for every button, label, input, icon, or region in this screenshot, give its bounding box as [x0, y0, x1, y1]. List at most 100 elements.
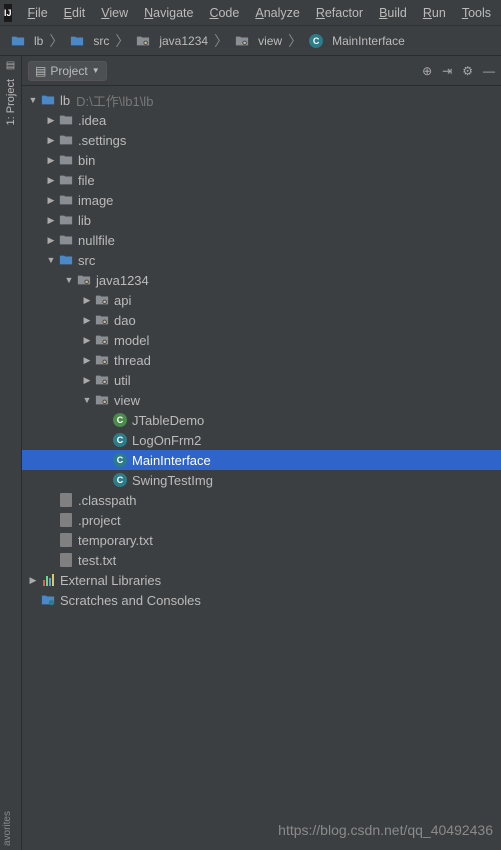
package-icon	[94, 333, 110, 347]
tree-node-java1234[interactable]: ▼java1234	[22, 270, 501, 290]
project-tool-tab[interactable]: 1: Project	[5, 73, 17, 131]
tree-node--idea[interactable]: ▶.idea	[22, 110, 501, 130]
tree-node-src[interactable]: ▼ src	[22, 250, 501, 270]
tree-label: file	[78, 173, 95, 188]
libs-icon	[40, 574, 56, 586]
arrow-collapsed-icon[interactable]: ▶	[80, 335, 94, 346]
tree-node-nullfile[interactable]: ▶ nullfile	[22, 230, 501, 250]
package-icon	[76, 273, 92, 287]
arrow-collapsed-icon[interactable]: ▶	[44, 155, 58, 166]
tree-label: temporary.txt	[78, 533, 153, 548]
tree-label: src	[78, 253, 95, 268]
file-icon	[58, 493, 74, 507]
tree-node-external-libraries[interactable]: ▶ External Libraries	[22, 570, 501, 590]
package-icon	[94, 393, 110, 407]
tree-label: nullfile	[78, 233, 115, 248]
project-panel: ▤ Project ▼ ⊕ ⇥ ⚙ — ▼ lb D:\工作\lb1\lb▶.ide…	[22, 56, 501, 850]
collapse-icon[interactable]: ⇥	[442, 64, 452, 78]
tree-label: lb	[60, 93, 70, 108]
tree-node-maininterface[interactable]: CMainInterface	[22, 450, 501, 470]
menu-item-run[interactable]: Run	[415, 6, 454, 20]
navigation-bar: lb〉src〉java1234〉view〉CMainInterface	[0, 26, 501, 56]
tree-label: .settings	[78, 133, 126, 148]
tree-node--project[interactable]: .project	[22, 510, 501, 530]
breadcrumb[interactable]: lb〉src〉java1234〉view〉CMainInterface	[6, 31, 409, 51]
tree-node-model[interactable]: ▶model	[22, 330, 501, 350]
breadcrumb-item-maininterface[interactable]: CMainInterface	[304, 34, 409, 48]
arrow-collapsed-icon[interactable]: ▶	[80, 375, 94, 386]
menu-item-analyze[interactable]: Analyze	[247, 6, 307, 20]
breadcrumb-label: src	[93, 34, 109, 48]
breadcrumb-item-src[interactable]: src	[65, 34, 113, 48]
class-c-icon: C	[112, 413, 128, 427]
arrow-expanded-icon[interactable]: ▼	[62, 275, 76, 285]
breadcrumb-item-java1234[interactable]: java1234	[131, 34, 212, 48]
arrow-expanded-icon[interactable]: ▼	[26, 95, 40, 105]
menu-item-file[interactable]: File	[20, 6, 56, 20]
tree-node-file[interactable]: ▶ file	[22, 170, 501, 190]
menu-item-build[interactable]: Build	[371, 6, 415, 20]
file-icon	[58, 553, 74, 567]
package-icon	[94, 353, 110, 367]
arrow-collapsed-icon[interactable]: ▶	[44, 135, 58, 146]
arrow-collapsed-icon[interactable]: ▶	[44, 235, 58, 246]
arrow-collapsed-icon[interactable]: ▶	[80, 315, 94, 326]
locate-icon[interactable]: ⊕	[422, 64, 432, 78]
menu-item-code[interactable]: Code	[201, 6, 247, 20]
tree-node-thread[interactable]: ▶ thread	[22, 350, 501, 370]
tree-node-dao[interactable]: ▶ dao	[22, 310, 501, 330]
menu-item-navigate[interactable]: Navigate	[136, 6, 201, 20]
tree-node-bin[interactable]: ▶ bin	[22, 150, 501, 170]
project-tree[interactable]: ▼lbD:\工作\lb1\lb▶.idea▶.settings▶bin▶file…	[22, 86, 501, 850]
menu-item-tools[interactable]: Tools	[454, 6, 499, 20]
arrow-collapsed-icon[interactable]: ▶	[80, 295, 94, 306]
main-area: ▤ 1: Project ▤ Project ▼ ⊕ ⇥ ⚙ — ▼lbD:\工…	[0, 56, 501, 850]
folder-gray-icon	[58, 113, 74, 127]
folder-blue-icon	[10, 34, 26, 48]
tree-label: dao	[114, 313, 136, 328]
arrow-collapsed-icon[interactable]: ▶	[44, 215, 58, 226]
breadcrumb-item-view[interactable]: view	[230, 34, 286, 48]
tree-node-scratches-and-consoles[interactable]: Scratches and Consoles	[22, 590, 501, 610]
tree-label: lib	[78, 213, 91, 228]
arrow-collapsed-icon[interactable]: ▶	[44, 115, 58, 126]
tree-node-view[interactable]: ▼ view	[22, 390, 501, 410]
arrow-expanded-icon[interactable]: ▼	[80, 395, 94, 405]
tree-node--settings[interactable]: ▶ .settings	[22, 130, 501, 150]
tree-node-util[interactable]: ▶util	[22, 370, 501, 390]
tree-node-test-txt[interactable]: test.txt	[22, 550, 501, 570]
tree-label: view	[114, 393, 140, 408]
menu-item-refactor[interactable]: Refactor	[308, 6, 371, 20]
project-view-selector[interactable]: ▤ Project ▼	[28, 61, 107, 81]
folder-blue-icon	[58, 253, 74, 267]
arrow-collapsed-icon[interactable]: ▶	[44, 175, 58, 186]
tree-node-logonfrm2[interactable]: CLogOnFrm2	[22, 430, 501, 450]
tree-node-lib[interactable]: ▶ lib	[22, 210, 501, 230]
tree-path-hint: D:\工作\lb1\lb	[76, 91, 153, 110]
tree-node-jtabledemo[interactable]: CJTableDemo	[22, 410, 501, 430]
breadcrumb-item-lb[interactable]: lb	[6, 34, 47, 48]
tree-label: thread	[114, 353, 151, 368]
favorites-tool-tab[interactable]: avorites	[2, 811, 13, 846]
gear-icon[interactable]: ⚙	[462, 64, 473, 78]
tree-node-api[interactable]: ▶api	[22, 290, 501, 310]
tree-node-temporary-txt[interactable]: temporary.txt	[22, 530, 501, 550]
arrow-collapsed-icon[interactable]: ▶	[26, 575, 40, 586]
tree-node--classpath[interactable]: .classpath	[22, 490, 501, 510]
arrow-collapsed-icon[interactable]: ▶	[44, 195, 58, 206]
folder-gray-icon	[58, 233, 74, 247]
arrow-collapsed-icon[interactable]: ▶	[80, 355, 94, 366]
menu-item-view[interactable]: View	[93, 6, 136, 20]
tree-label: External Libraries	[60, 573, 161, 588]
tree-label: bin	[78, 153, 95, 168]
breadcrumb-label: lb	[34, 34, 43, 48]
class-ct-icon: C	[112, 433, 128, 447]
hide-icon[interactable]: —	[483, 64, 495, 78]
menu-item-edit[interactable]: Edit	[56, 6, 94, 20]
tree-node-image[interactable]: ▶image	[22, 190, 501, 210]
tree-node-lb[interactable]: ▼ lb D:\工作\lb1\lb	[22, 90, 501, 110]
arrow-expanded-icon[interactable]: ▼	[44, 255, 58, 265]
tree-label: MainInterface	[132, 453, 211, 468]
tree-node-swingtestimg[interactable]: CSwingTestImg	[22, 470, 501, 490]
panel-actions: ⊕ ⇥ ⚙ —	[422, 64, 495, 78]
